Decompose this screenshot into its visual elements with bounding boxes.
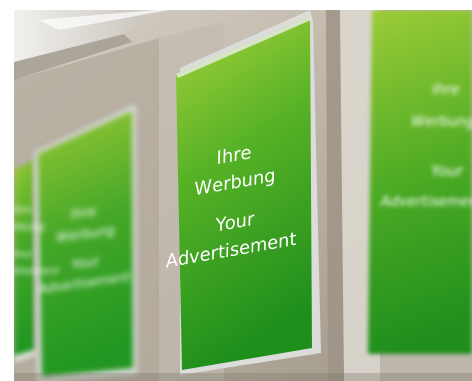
- poster-1-line4: Advertisement: [14, 266, 60, 277]
- poster-1-line1: Ihre: [14, 205, 32, 216]
- poster-4-line4: Advertisement: [379, 194, 472, 210]
- floor-shadow: [14, 373, 472, 381]
- poster-4-line3: Your: [431, 162, 464, 180]
- poster-4-line2: Werbung: [411, 114, 472, 130]
- poster-1-line3: Your: [14, 249, 34, 260]
- photo-frame: Ihre Werbung Your Advertisement Ihre Wer…: [14, 10, 472, 381]
- advertising-poster-scene: Ihre Werbung Your Advertisement Ihre Wer…: [14, 10, 472, 381]
- poster-1-line2: Werbung: [14, 222, 45, 233]
- poster-2: Ihre Werbung Your Advertisement: [34, 104, 137, 381]
- poster-4-line1: Ihre: [432, 82, 459, 98]
- poster-4: Ihre Werbung Your Advertisement: [368, 10, 472, 354]
